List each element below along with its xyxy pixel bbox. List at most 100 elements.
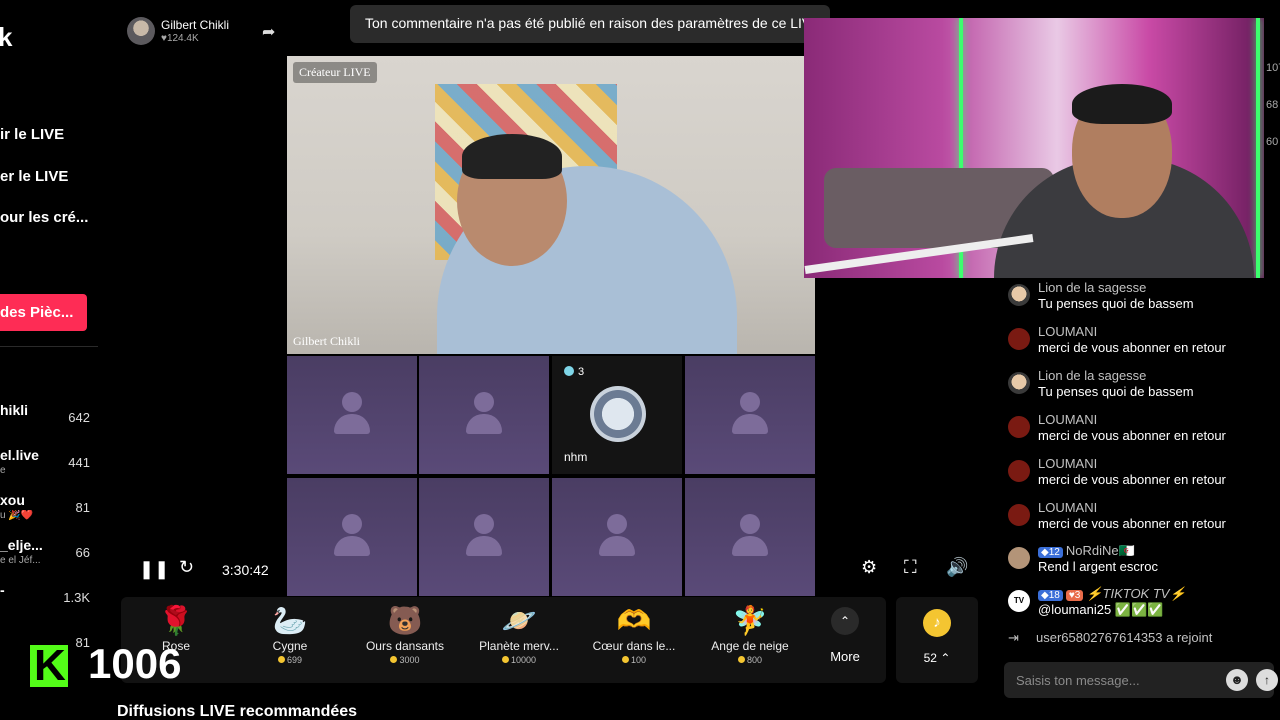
chat-avatar[interactable] (1008, 460, 1030, 482)
user-silhouette-icon (732, 414, 768, 434)
chat-username[interactable]: LOUMANI (1038, 324, 1097, 339)
edge-numbers: 107 68 60 (1266, 50, 1280, 161)
gift-price: 3000 (350, 655, 460, 665)
guest-slot[interactable] (552, 478, 682, 596)
user-silhouette-icon (599, 536, 635, 556)
volume-icon[interactable]: 🔊 (946, 557, 968, 578)
host-name[interactable]: Gilbert Chikli (161, 18, 229, 32)
brand-logo[interactable]: k (0, 22, 12, 53)
pause-icon[interactable]: ❚❚ (139, 559, 169, 580)
chat-text: Tu penses quoi de bassem (1038, 296, 1194, 311)
edge-number: 68 (1266, 99, 1279, 111)
settings-icon[interactable]: ⚙ (861, 557, 877, 578)
gift-price: 699 (235, 655, 345, 665)
coin-icon (390, 656, 398, 663)
edge-number: 107 (1266, 62, 1280, 74)
comment-blocked-toast: Ton commentaire n'a pas été publié en ra… (350, 5, 830, 43)
ranking-name: _elje... (0, 537, 43, 553)
gift-coeur[interactable]: 🫶 Cœur dans le... 100 (579, 603, 689, 679)
swan-icon: 🦢 (272, 605, 308, 636)
chat-username[interactable]: LOUMANI (1038, 456, 1097, 471)
user-silhouette-icon (466, 536, 502, 556)
user-silhouette-icon (474, 392, 494, 412)
ranking-name: xou (0, 492, 25, 508)
sidebar-link-1[interactable]: ir le LIVE (0, 126, 64, 143)
level-badge: ◆12 (1038, 547, 1063, 558)
more-gifts-button[interactable]: ⌃ More (821, 607, 869, 664)
coin-count: 52 ⌃ (923, 651, 951, 665)
guest-slot[interactable] (419, 478, 549, 596)
guest-level: 3 (578, 366, 585, 378)
gift-cygne[interactable]: 🦢 Cygne 699 (235, 603, 345, 679)
guest-slot[interactable] (287, 356, 417, 474)
chat-avatar[interactable] (1008, 372, 1030, 394)
tv-avatar-icon[interactable]: TV (1008, 590, 1030, 612)
host-avatar[interactable] (127, 17, 155, 45)
ranking-value: 1.3K (63, 590, 90, 605)
gift-ange[interactable]: 🧚 Ange de neige 800 (695, 603, 805, 679)
guest-name: nhm (564, 450, 588, 464)
share-icon[interactable]: ➦ (262, 22, 275, 42)
chat-avatar[interactable] (1008, 284, 1030, 306)
ranking-row[interactable]: hikli 642 (0, 402, 98, 442)
coin-icon (277, 656, 285, 663)
streamer-webcam (804, 18, 1264, 278)
chat-username[interactable]: ◆18 ♥3 ⚡TIKTOK TV⚡ (1038, 586, 1186, 602)
chat-username[interactable]: Lion de la sagesse (1038, 368, 1146, 383)
rose-icon: 🌹 (158, 605, 194, 636)
gift-price: 800 (695, 655, 805, 665)
sidebar-link-3[interactable]: our les cré... (0, 209, 88, 226)
neon-light (1256, 18, 1260, 278)
buy-coins-button[interactable]: des Pièc... (0, 294, 87, 331)
ranking-sub: e el Jéf... (0, 555, 41, 566)
ranking-sub: e (0, 465, 6, 476)
chat-text: Tu penses quoi de bassem (1038, 384, 1194, 399)
guest-level-badge: 3 (564, 366, 584, 378)
ranking-value: 441 (68, 455, 90, 470)
ranking-sub: u 🎉❤️ (0, 510, 34, 521)
planet-icon: 🪐 (501, 605, 537, 636)
send-icon[interactable]: ↑ (1256, 669, 1278, 691)
tiktok-coin-icon: ♪ (923, 609, 951, 637)
chat-avatar[interactable] (1008, 416, 1030, 438)
coin-icon (501, 656, 509, 663)
join-icon: ⇥ (1008, 630, 1019, 645)
gift-name: Planète merv... (479, 639, 559, 653)
ranking-name: hikli (0, 402, 29, 418)
live-player[interactable]: Créateur LIVE Gilbert Chikli 3 nhm ❚❚ ↻ … (117, 56, 968, 596)
guest-slot[interactable] (287, 478, 417, 596)
refresh-icon[interactable]: ↻ (179, 557, 194, 578)
chat-avatar[interactable] (1008, 328, 1030, 350)
level-gem-icon (564, 366, 574, 376)
emoji-icon[interactable]: ☻ (1226, 669, 1248, 691)
gift-price: 10000 (464, 655, 574, 665)
ranking-row[interactable]: - 1.3K (0, 582, 98, 622)
coin-balance[interactable]: ♪ 52 ⌃ (896, 597, 978, 683)
chat-username[interactable]: Lion de la sagesse (1038, 280, 1146, 295)
guest-slot[interactable] (685, 478, 815, 596)
ranking-value: 642 (68, 410, 90, 425)
guest-slot[interactable] (685, 356, 815, 474)
chat-username[interactable]: ◆12 NoRdiNe🇩🇿 (1038, 543, 1135, 559)
gift-ours-dansants[interactable]: 🐻 Ours dansants 3000 (350, 603, 460, 679)
edge-number: 60 (1266, 136, 1279, 148)
kick-viewer-count: 1006 (88, 640, 182, 687)
guest-avatar (590, 386, 646, 442)
gift-planete[interactable]: 🪐 Planète merv... 10000 (464, 603, 574, 679)
snow-angel-icon: 🧚 (732, 605, 768, 636)
chat-avatar[interactable] (1008, 504, 1030, 526)
guest-slot[interactable] (419, 356, 549, 474)
ranking-name: el.live (0, 447, 39, 463)
ranking-row[interactable]: _elje... e el Jéf... 66 (0, 537, 98, 577)
guest-slot-active[interactable]: 3 nhm (552, 356, 682, 474)
kick-logo (30, 641, 68, 691)
ranking-row[interactable]: xou u 🎉❤️ 81 (0, 492, 98, 532)
ranking-row[interactable]: el.live e 441 (0, 447, 98, 487)
chat-username[interactable]: LOUMANI (1038, 412, 1097, 427)
user-silhouette-icon (607, 514, 627, 534)
sidebar-link-2[interactable]: er le LIVE (0, 168, 68, 185)
ranking-name: - (0, 582, 5, 598)
chat-avatar[interactable] (1008, 547, 1030, 569)
fullscreen-icon[interactable]: ⛶ (904, 557, 917, 578)
chat-username[interactable]: LOUMANI (1038, 500, 1097, 515)
